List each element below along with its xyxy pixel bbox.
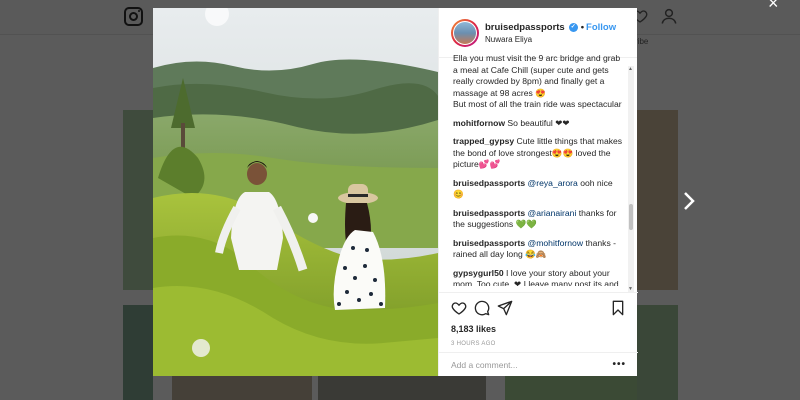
comment-item: bruisedpassports @reya_arora ooh nice 😊: [453, 178, 624, 201]
comment-mention[interactable]: @reya_arora: [528, 178, 578, 188]
comment-mention[interactable]: @mohitfornow: [528, 238, 584, 248]
tea-plantation-photo: [153, 8, 438, 376]
post-actions: 8,183 likes 3 HOURS AGO: [439, 292, 638, 347]
comments-list[interactable]: Ella you must visit the 9 arc bridge and…: [439, 53, 638, 286]
location-link[interactable]: Nuwara Eliya: [485, 35, 616, 44]
comment-username[interactable]: bruisedpassports: [453, 238, 525, 248]
add-comment-bar: •••: [439, 352, 638, 376]
comment-item: trapped_gypsy Cute little things that ma…: [453, 136, 624, 171]
grid-tile[interactable]: [123, 110, 153, 290]
instagram-logo-icon[interactable]: [124, 7, 143, 26]
avatar[interactable]: [451, 18, 479, 47]
grid-tile[interactable]: [123, 305, 153, 400]
comments-scrollbar[interactable]: ▲ ▼: [628, 66, 634, 292]
comment-username[interactable]: mohitfornow: [453, 118, 505, 128]
share-icon[interactable]: [497, 300, 513, 316]
comment-username[interactable]: bruisedpassports: [453, 208, 525, 218]
close-icon[interactable]: ×: [768, 0, 779, 12]
comment-username[interactable]: bruisedpassports: [453, 178, 525, 188]
post-side-panel: bruisedpassports ✓ • Follow Nuwara Eliya…: [438, 8, 638, 376]
grid-tile[interactable]: [505, 376, 637, 400]
grid-tile[interactable]: [637, 110, 678, 290]
likes-count[interactable]: 8,183 likes: [451, 324, 626, 334]
grid-tile[interactable]: [172, 376, 312, 400]
profile-icon[interactable]: [660, 7, 678, 25]
comment-username[interactable]: trapped_gypsy: [453, 136, 514, 146]
grid-tile[interactable]: [637, 305, 678, 400]
post-header: bruisedpassports ✓ • Follow Nuwara Eliya: [439, 8, 637, 58]
comment-mention[interactable]: @arianairani: [528, 208, 577, 218]
post-photo[interactable]: [153, 8, 438, 376]
comment-item: gypsygurl50 I love your story about your…: [453, 268, 624, 287]
post-timestamp[interactable]: 3 HOURS AGO: [451, 341, 626, 347]
separator-dot: •: [580, 21, 585, 33]
comment-input[interactable]: [451, 359, 601, 370]
bookmark-icon[interactable]: [610, 300, 626, 316]
more-options-icon[interactable]: •••: [612, 359, 626, 370]
subscribe-fragment: ribe: [635, 37, 649, 46]
comment-item: Ella you must visit the 9 arc bridge and…: [453, 53, 624, 111]
chevron-right-icon[interactable]: [681, 190, 697, 212]
post-modal: bruisedpassports ✓ • Follow Nuwara Eliya…: [153, 8, 638, 376]
comment-item: bruisedpassports @mohitfornow thanks - r…: [453, 238, 624, 261]
grid-tile[interactable]: [318, 376, 486, 400]
comment-item: mohitfornow So beautiful ❤❤: [453, 118, 624, 130]
heart-icon[interactable]: [451, 300, 467, 316]
comment-text: So beautiful ❤❤: [507, 117, 570, 128]
username-link[interactable]: bruisedpassports: [485, 22, 565, 33]
comment-text: Ella you must visit the 9 arc bridge and…: [453, 53, 622, 109]
verified-badge-icon: ✓: [568, 22, 578, 32]
comment-icon[interactable]: [474, 300, 490, 316]
comment-username[interactable]: gypsygurl50: [453, 268, 504, 278]
comment-item: bruisedpassports @arianairani thanks for…: [453, 208, 624, 231]
follow-button[interactable]: Follow: [586, 22, 616, 33]
